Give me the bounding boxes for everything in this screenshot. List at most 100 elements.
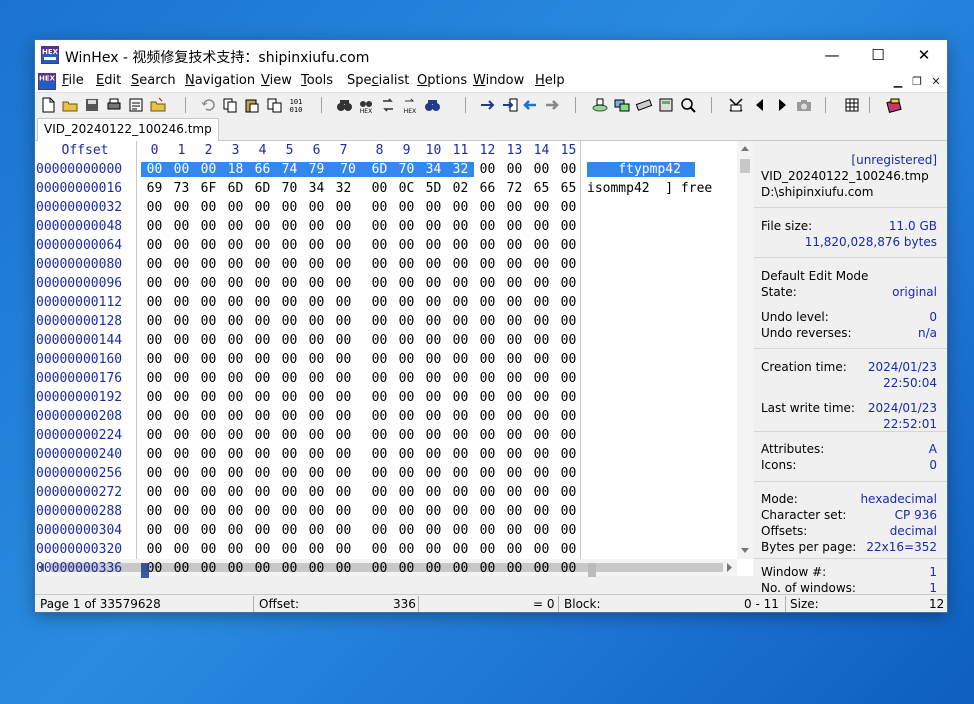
hex-byte[interactable]: 00 <box>141 409 168 424</box>
hex-byte[interactable]: 00 <box>393 200 420 215</box>
hex-byte[interactable]: 00 <box>474 409 501 424</box>
hex-byte[interactable]: 00 <box>168 276 195 291</box>
hex-byte[interactable]: 00 <box>447 504 474 519</box>
hex-byte[interactable]: 6D <box>249 181 276 196</box>
hex-byte[interactable]: 00 <box>555 219 582 234</box>
hex-byte[interactable]: 00 <box>474 428 501 443</box>
properties-icon[interactable] <box>127 96 145 114</box>
hex-byte[interactable]: 00 <box>303 542 330 557</box>
hex-byte[interactable]: 00 <box>528 276 555 291</box>
hex-byte[interactable]: 00 <box>168 447 195 462</box>
hex-row[interactable]: 00000000240 00 00 00 00 00 00 00 00 00 00 00 00 00 00 0… <box>35 447 753 466</box>
hex-byte[interactable]: 00 <box>555 485 582 500</box>
hex-byte[interactable]: 00 <box>141 276 168 291</box>
hex-101-icon[interactable]: 101 010 <box>287 96 305 114</box>
hex-byte[interactable]: 00 <box>195 238 222 253</box>
books-icon[interactable] <box>885 96 903 114</box>
hex-byte[interactable]: 00 <box>303 390 330 405</box>
hex-byte[interactable]: 00 <box>474 390 501 405</box>
hex-byte[interactable]: 00 <box>366 238 393 253</box>
hex-byte[interactable]: 65 <box>528 181 555 196</box>
hex-byte[interactable]: 00 <box>501 352 528 367</box>
hex-byte[interactable]: 00 <box>528 219 555 234</box>
hex-byte[interactable]: 00 <box>528 371 555 386</box>
hex-byte[interactable]: 00 <box>303 504 330 519</box>
hex-byte[interactable]: 00 <box>141 485 168 500</box>
hex-byte[interactable]: 6D <box>222 181 249 196</box>
hex-byte[interactable]: 00 <box>447 485 474 500</box>
copy-icon[interactable] <box>221 96 239 114</box>
hex-byte[interactable]: 00 <box>501 523 528 538</box>
hex-byte[interactable]: 00 <box>222 504 249 519</box>
hex-byte[interactable]: 00 <box>528 561 555 576</box>
hex-byte[interactable]: 00 <box>276 371 303 386</box>
hex-byte[interactable]: 00 <box>501 504 528 519</box>
hex-byte[interactable]: 00 <box>366 333 393 348</box>
hex-byte[interactable]: 00 <box>330 219 357 234</box>
hex-byte[interactable]: 00 <box>555 561 582 576</box>
hex-byte[interactable]: 00 <box>222 295 249 310</box>
hex-byte[interactable]: 00 <box>501 542 528 557</box>
hex-byte[interactable]: 00 <box>555 314 582 329</box>
hex-byte[interactable]: 00 <box>366 257 393 272</box>
hex-byte[interactable]: 00 <box>195 276 222 291</box>
hex-byte[interactable]: 00 <box>168 390 195 405</box>
hex-byte[interactable]: 00 <box>393 542 420 557</box>
hex-byte[interactable]: 00 <box>168 257 195 272</box>
hex-byte[interactable]: 00 <box>420 371 447 386</box>
hex-byte[interactable]: 00 <box>420 238 447 253</box>
hex-byte[interactable]: 00 <box>393 371 420 386</box>
replace-hex-icon[interactable]: HEX <box>401 96 419 115</box>
hex-byte[interactable]: 00 <box>195 200 222 215</box>
open-disk-icon[interactable] <box>591 96 609 114</box>
hex-byte[interactable]: 00 <box>528 504 555 519</box>
hex-byte[interactable]: 00 <box>420 333 447 348</box>
hex-byte[interactable]: 00 <box>366 371 393 386</box>
hex-byte[interactable]: 00 <box>222 523 249 538</box>
hex-byte[interactable]: 00 <box>366 561 393 576</box>
hex-byte[interactable]: 00 <box>195 561 222 576</box>
hex-byte[interactable]: 00 <box>195 466 222 481</box>
hex-byte[interactable]: 00 <box>474 542 501 557</box>
menu-window[interactable]: Window <box>473 73 524 88</box>
hex-byte[interactable]: 00 <box>276 238 303 253</box>
hex-byte[interactable]: 00 <box>330 333 357 348</box>
hex-byte[interactable]: 00 <box>276 542 303 557</box>
hex-byte[interactable]: 00 <box>501 295 528 310</box>
hex-byte[interactable]: 00 <box>168 162 195 177</box>
hex-byte[interactable]: 00 <box>501 162 528 177</box>
hex-byte[interactable]: 00 <box>249 219 276 234</box>
hex-byte[interactable]: 00 <box>474 447 501 462</box>
hex-byte[interactable]: 00 <box>168 542 195 557</box>
hex-byte[interactable]: 00 <box>303 428 330 443</box>
hex-byte[interactable]: 00 <box>168 561 195 576</box>
hex-byte[interactable]: 00 <box>474 561 501 576</box>
hex-byte[interactable]: 00 <box>195 257 222 272</box>
hex-byte[interactable]: 00 <box>555 466 582 481</box>
hex-byte[interactable]: 00 <box>222 238 249 253</box>
next-icon[interactable] <box>773 96 791 114</box>
back-icon[interactable] <box>521 96 539 114</box>
hex-byte[interactable]: 00 <box>195 219 222 234</box>
hex-byte[interactable]: 00 <box>501 333 528 348</box>
menu-navigation[interactable]: Navigation <box>185 73 255 88</box>
hex-byte[interactable]: 00 <box>222 219 249 234</box>
magnifier-icon[interactable] <box>679 96 697 114</box>
hex-byte[interactable]: 00 <box>555 523 582 538</box>
hex-byte[interactable]: 00 <box>474 523 501 538</box>
hex-byte[interactable]: 00 <box>222 314 249 329</box>
hex-byte[interactable]: 00 <box>528 485 555 500</box>
find-hex-icon[interactable]: HEX <box>357 96 375 115</box>
hex-byte[interactable]: 00 <box>528 162 555 177</box>
hex-byte[interactable]: 00 <box>249 200 276 215</box>
hex-byte[interactable]: 00 <box>474 238 501 253</box>
hex-byte[interactable]: 00 <box>555 238 582 253</box>
hex-byte[interactable]: 00 <box>528 200 555 215</box>
hex-byte[interactable]: 00 <box>249 314 276 329</box>
hex-byte[interactable]: 00 <box>168 409 195 424</box>
hex-row[interactable]: 00000000224 00 00 00 00 00 00 00 00 00 00 00 00 00 00 0… <box>35 428 753 447</box>
hex-byte[interactable]: 00 <box>303 219 330 234</box>
hex-byte[interactable]: 00 <box>195 542 222 557</box>
hex-byte[interactable]: 00 <box>447 295 474 310</box>
hex-byte[interactable]: 02 <box>447 181 474 196</box>
